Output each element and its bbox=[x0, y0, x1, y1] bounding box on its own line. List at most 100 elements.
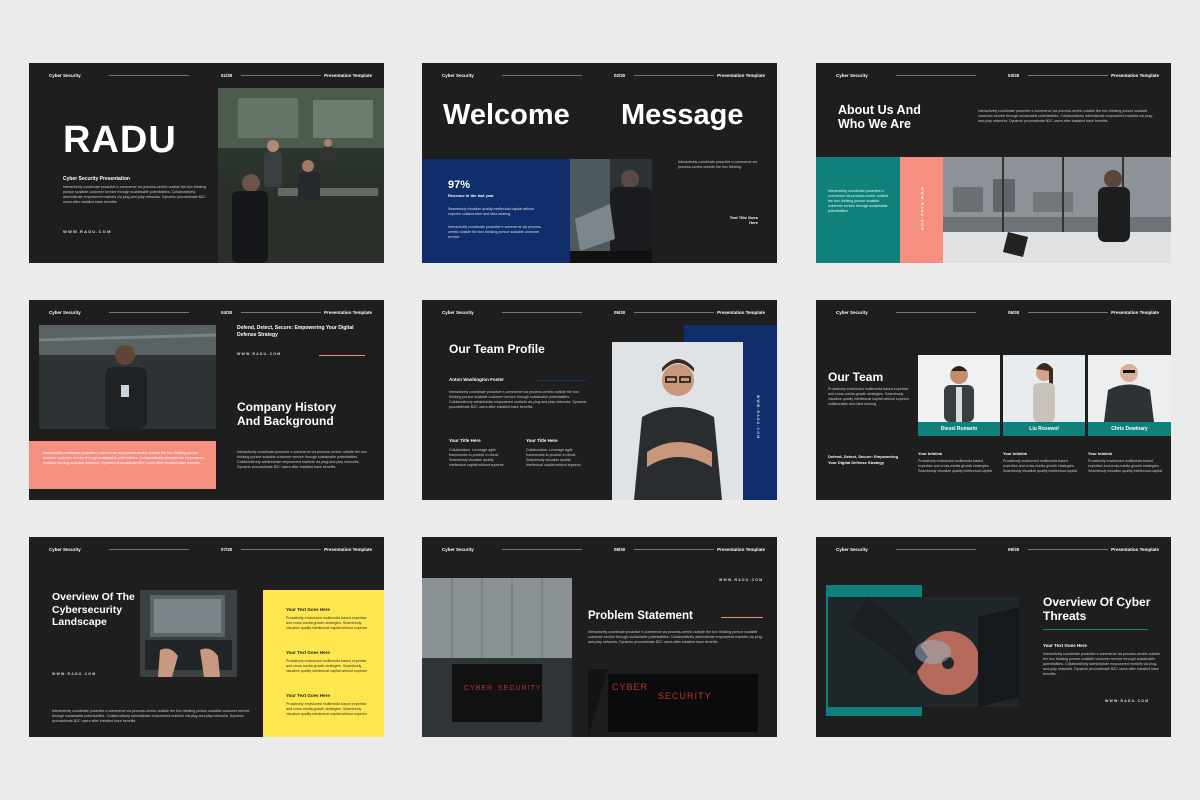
info-title-3: Your Infolink bbox=[1088, 451, 1113, 456]
title-line bbox=[1043, 629, 1148, 630]
slide-title: Overview Of Cyber Threats bbox=[1043, 595, 1151, 623]
col1-text: Collaboration. Leverage agile frameworks… bbox=[449, 448, 505, 467]
header-right: Presentation Template bbox=[324, 73, 372, 78]
slide-header: Cyber Security 01/30 Presentation Templa… bbox=[49, 73, 372, 81]
url-text: WWW.RADU.COM bbox=[237, 352, 282, 356]
slide-header: Cyber Security 02/30 Presentation Templa… bbox=[442, 73, 765, 81]
disc-photo bbox=[828, 597, 1019, 707]
sub-title: Your Text Goes Here bbox=[1043, 643, 1087, 648]
slide-title: Overview Of The Cybersecurity Landscape bbox=[52, 591, 135, 628]
name-line bbox=[537, 380, 587, 381]
vertical-url: WWW.RADU.COM bbox=[756, 395, 760, 440]
header-right: Presentation Template bbox=[1111, 73, 1159, 78]
slide-body: Interactively coordinate proactive e-com… bbox=[237, 450, 367, 469]
col1-title: Your Title Here bbox=[449, 438, 481, 443]
stat-panel: 97% Revenue in the last year Seamlessly … bbox=[422, 159, 570, 263]
header-left: Cyber Security bbox=[49, 73, 81, 78]
header-left: Cyber Security bbox=[442, 547, 474, 552]
screen-word-1: CYBER bbox=[464, 685, 494, 692]
panel-text: Interactively coordinate proactive e-com… bbox=[43, 451, 204, 465]
slide-title-2: Message bbox=[621, 99, 744, 131]
info-text-1: Proactively envisioned multimedia based … bbox=[918, 459, 992, 473]
vertical-url: WWW.RADU.COM bbox=[920, 187, 924, 232]
slide-header: Cyber Security 07/30 Presentation Templa… bbox=[49, 547, 372, 555]
team-photo-1 bbox=[918, 355, 1000, 422]
slide-2[interactable]: Cyber Security 02/30 Presentation Templa… bbox=[422, 63, 777, 263]
header-right: Presentation Template bbox=[324, 547, 372, 552]
header-left: Cyber Security bbox=[442, 73, 474, 78]
salmon-strip: WWW.RADU.COM bbox=[900, 157, 943, 263]
slide-7[interactable]: Cyber Security 07/30 Presentation Templa… bbox=[29, 537, 384, 737]
slide-number: 01/30 bbox=[221, 73, 233, 78]
office-laptop-photo: CYBER SECURITY bbox=[422, 578, 572, 737]
header-left: Cyber Security bbox=[442, 310, 474, 315]
item-title-3: Your Text Goes Here bbox=[286, 693, 330, 698]
item-text-2: Proactively envisioned multimedia based … bbox=[286, 659, 367, 673]
member-name: Diesel Romario bbox=[940, 426, 978, 432]
item-title-2: Your Text Goes Here bbox=[286, 650, 330, 655]
tagline: Defend, Detect, Secure: Empowering Your … bbox=[237, 325, 354, 338]
slide-number: 03/30 bbox=[1008, 73, 1020, 78]
info-text-2: Proactively envisioned multimedia based … bbox=[1003, 459, 1077, 473]
text-title: Text Title Goes Here bbox=[729, 215, 758, 225]
slide-5[interactable]: Cyber Security 05/30 Presentation Templa… bbox=[422, 300, 777, 500]
slide-1[interactable]: Cyber Security 01/30 Presentation Templa… bbox=[29, 63, 384, 263]
office-photo bbox=[218, 88, 384, 263]
slide-3[interactable]: Cyber Security 03/30 Presentation Templa… bbox=[816, 63, 1171, 263]
accent-line bbox=[319, 355, 365, 356]
slide-body: Interactively coordinate proactive e-com… bbox=[588, 630, 763, 644]
slide-header: Cyber Security 04/30 Presentation Templa… bbox=[49, 310, 372, 318]
profile-photo bbox=[612, 342, 743, 500]
header-right: Presentation Template bbox=[1111, 310, 1159, 315]
slide-8[interactable]: Cyber Security 08/30 Presentation Templa… bbox=[422, 537, 777, 737]
member-label-1: Diesel Romario bbox=[918, 422, 1000, 436]
url-text: WWW.RADU.COM bbox=[52, 672, 97, 676]
slide-body: Interactively coordinate proactive e-com… bbox=[52, 709, 250, 723]
url-text: WWW.RADU.COM bbox=[719, 578, 764, 582]
info-title-2: Your Infolink bbox=[1003, 451, 1028, 456]
slide-header: Cyber Security 09/30 Presentation Templa… bbox=[836, 547, 1159, 555]
right-note: Interactively coordinate proactive e-com… bbox=[678, 160, 758, 169]
yellow-panel: Your Text Goes Here Proactively envision… bbox=[263, 590, 384, 737]
slide-body: Interactively coordinate proactive e-com… bbox=[63, 185, 207, 204]
slide-title: Problem Statement bbox=[588, 610, 693, 622]
member-name: Liu Rosewol bbox=[1029, 426, 1059, 432]
header-right: Presentation Template bbox=[324, 310, 372, 315]
profile-name: Anton Washington Foster bbox=[449, 377, 504, 382]
url-text: WWW.RADU.COM bbox=[63, 229, 112, 234]
slide-9[interactable]: Cyber Security 09/30 Presentation Templa… bbox=[816, 537, 1171, 737]
stat-value: 97% bbox=[448, 179, 471, 191]
accent-line bbox=[721, 617, 763, 618]
stat-note-1: Seamlessly visualize quality intellectua… bbox=[448, 207, 535, 216]
panel-text: Interactively coordinate proactive e-com… bbox=[828, 189, 889, 213]
slide-number: 02/30 bbox=[614, 73, 626, 78]
member-label-2: Liu Rosewol bbox=[1003, 422, 1085, 436]
item-text-1: Proactively envisioned multimedia based … bbox=[286, 616, 367, 630]
info-text-3: Proactively envisioned multimedia based … bbox=[1088, 459, 1162, 473]
portrait-photo bbox=[39, 325, 216, 429]
header-left: Cyber Security bbox=[836, 73, 868, 78]
stat-note-2: Interactively coordinate proactive e-com… bbox=[448, 225, 542, 239]
header-right: Presentation Template bbox=[717, 310, 765, 315]
slide-title: Company History And Background bbox=[237, 400, 337, 428]
laptop-photo bbox=[570, 159, 652, 263]
slide-subtitle: Cyber Security Presentation bbox=[63, 176, 130, 182]
slide-4[interactable]: Cyber Security 04/30 Presentation Templa… bbox=[29, 300, 384, 500]
header-left: Cyber Security bbox=[49, 547, 81, 552]
slide-title: Our Team Profile bbox=[449, 342, 545, 356]
laptop-closeup-photo: CYBER SECURITY bbox=[588, 669, 777, 737]
screen-word-2: SECURITY bbox=[658, 691, 712, 701]
header-left: Cyber Security bbox=[836, 547, 868, 552]
slide-header: Cyber Security 06/30 Presentation Templa… bbox=[836, 310, 1159, 318]
info-title-1: Your Infolink bbox=[918, 451, 943, 456]
slide-number: 09/30 bbox=[1008, 547, 1020, 552]
slide-6[interactable]: Cyber Security 06/30 Presentation Templa… bbox=[816, 300, 1171, 500]
item-title-1: Your Text Goes Here bbox=[286, 607, 330, 612]
header-right: Presentation Template bbox=[717, 73, 765, 78]
slide-body: Interactively coordinate proactive e-com… bbox=[978, 109, 1153, 123]
slide-number: 04/30 bbox=[221, 310, 233, 315]
col2-title: Your Title Here bbox=[526, 438, 558, 443]
slide-title-1: Welcome bbox=[443, 99, 570, 131]
header-right: Presentation Template bbox=[1111, 547, 1159, 552]
slide-number: 07/30 bbox=[221, 547, 233, 552]
